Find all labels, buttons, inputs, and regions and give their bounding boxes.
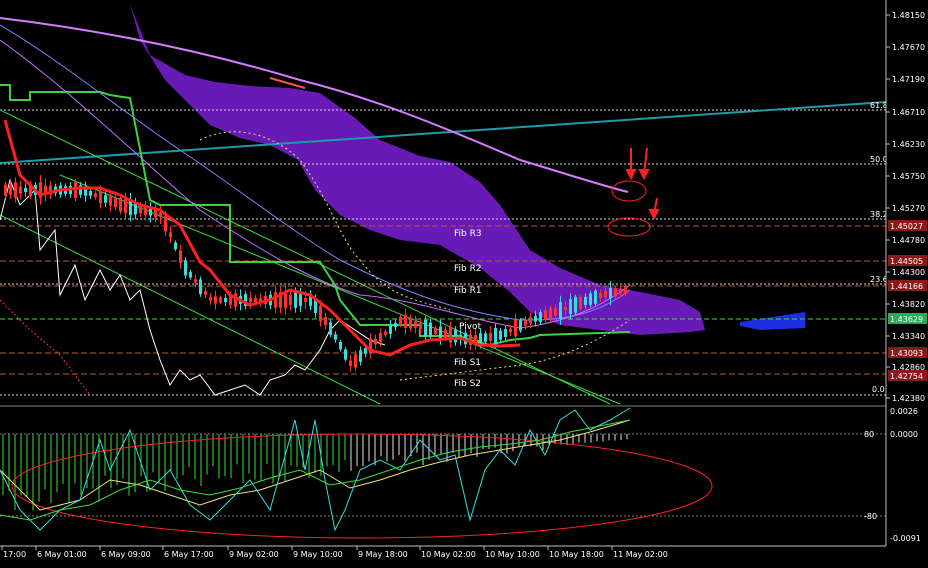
candle — [519, 317, 522, 334]
time-tick-label: 9 May 18:00 — [358, 550, 408, 559]
price-tick-label: 1.43820 — [892, 300, 925, 309]
price-tick-label: 1.43340 — [892, 332, 925, 341]
svg-text:1.43629: 1.43629 — [890, 315, 923, 324]
candle — [574, 294, 577, 315]
label-fib-23: 23.6 — [870, 275, 888, 284]
sub-axis-zero: 0.0000 — [890, 430, 918, 439]
price-tick-label: 1.48150 — [892, 11, 925, 20]
badge-current: 1.43629 — [888, 313, 927, 324]
time-tick-label: 6 May 09:00 — [101, 550, 151, 559]
svg-text:1.44166: 1.44166 — [890, 282, 923, 291]
price-tick-label: 1.44780 — [892, 236, 925, 245]
badge-fib-s1: 1.43093 — [888, 347, 927, 358]
price-tick-label: 1.46230 — [892, 140, 925, 149]
candle — [594, 288, 597, 306]
time-tick-label: 11 May 02:00 — [613, 550, 668, 559]
label-fib-0: 0.0 — [872, 385, 885, 394]
time-tick-label: 10 May 18:00 — [549, 550, 604, 559]
label-fib-38: 38.2 — [870, 210, 888, 219]
label-pivot: Pivot — [459, 322, 482, 332]
price-tick-label: 1.45270 — [892, 204, 925, 213]
time-tick-label: 6 May 17:00 — [164, 550, 214, 559]
price-tick-label: 1.46710 — [892, 108, 925, 117]
candle — [119, 195, 122, 214]
sub-level-80: 80 — [864, 430, 874, 439]
badge-fib-r1: 1.44166 — [888, 280, 927, 291]
label-fib-s1: Fib S1 — [454, 358, 481, 368]
candle — [579, 294, 582, 311]
badge-fib-r2: 1.44505 — [888, 255, 927, 266]
label-fib-s2: Fib S2 — [454, 379, 481, 389]
sub-axis-bottom: -0.0091 — [890, 534, 921, 543]
time-tick-label: 10 May 02:00 — [421, 550, 476, 559]
sub-axis-top: 0.0026 — [890, 407, 918, 416]
time-tick-label: 6 May 01:00 — [37, 550, 87, 559]
price-tick-label: 1.47190 — [892, 75, 925, 84]
svg-text:1.45027: 1.45027 — [890, 222, 923, 231]
price-tick-label: 1.47670 — [892, 43, 925, 52]
label-fib-r2: Fib R2 — [454, 264, 482, 274]
label-fib-r1: Fib R1 — [454, 286, 482, 296]
sub-level-minus-80: -80 — [864, 512, 877, 521]
badge-fib-s2: 1.42754 — [888, 370, 927, 381]
price-tick-label: 1.42380 — [892, 394, 925, 403]
candle — [344, 347, 347, 362]
svg-text:1.42754: 1.42754 — [890, 372, 923, 381]
time-tick-label: 17:00 — [3, 550, 26, 559]
candle — [184, 257, 187, 279]
candle — [549, 305, 552, 323]
chart-window[interactable]: Fib R3 Fib R2 Fib R1 Pivot Fib S1 Fib S2… — [0, 0, 928, 564]
svg-text:1.43093: 1.43093 — [890, 349, 923, 358]
time-tick-label: 9 May 10:00 — [293, 550, 343, 559]
label-fib-r3: Fib R3 — [454, 229, 482, 239]
badge-fib-r3: 1.45027 — [888, 220, 927, 231]
price-tick-label: 1.44300 — [892, 268, 925, 277]
candle — [199, 276, 202, 297]
svg-text:1.44505: 1.44505 — [890, 257, 923, 266]
chart-background — [0, 0, 928, 564]
label-fib-50: 50.0 — [870, 155, 888, 164]
label-fib-61: 61.8 — [870, 101, 888, 110]
time-tick-label: 10 May 10:00 — [485, 550, 540, 559]
time-tick-label: 9 May 02:00 — [229, 550, 279, 559]
price-tick-label: 1.45750 — [892, 172, 925, 181]
